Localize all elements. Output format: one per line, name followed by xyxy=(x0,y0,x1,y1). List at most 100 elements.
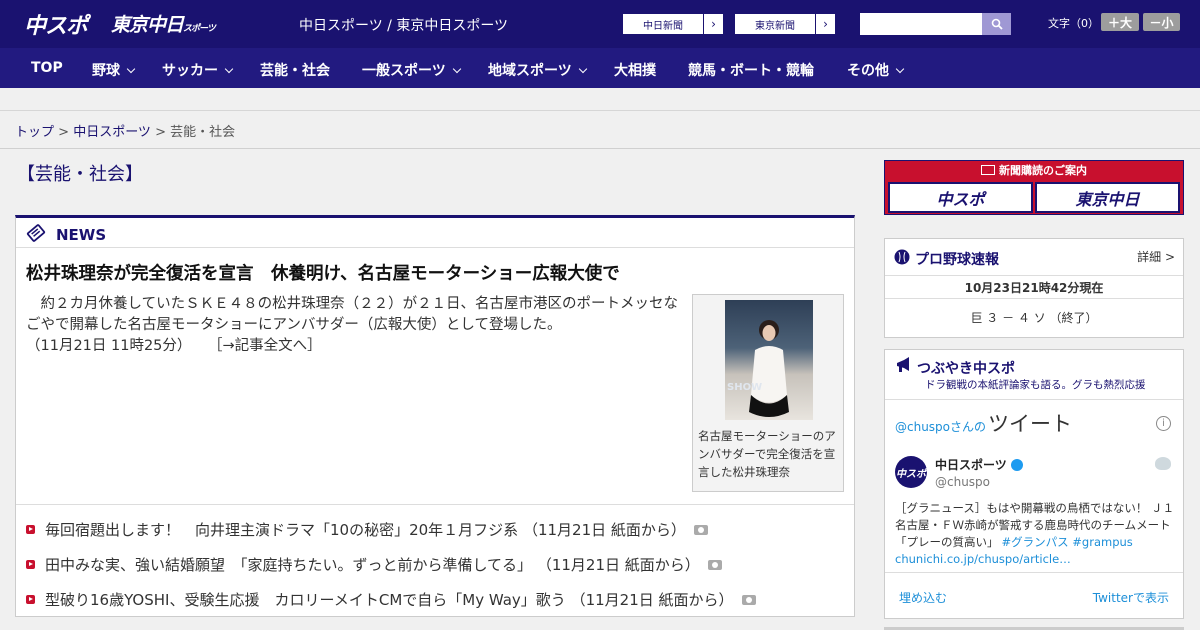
search-input[interactable] xyxy=(860,13,982,35)
lead-date: （11月21日 11時25分） xyxy=(26,338,192,354)
subscribe-header-label: 新聞購読のご案内 xyxy=(999,164,1087,177)
baseball-scores-panel: プロ野球速報 詳細 > 10月23日21時42分現在 巨 ３ － ４ ソ （終了… xyxy=(884,238,1184,338)
breadcrumb-top-link[interactable]: トップ xyxy=(15,125,54,140)
font-size-label: 文字（0） xyxy=(1048,17,1099,30)
baseball-detail-link[interactable]: 詳細 > xyxy=(1137,248,1175,265)
news-item-text: 田中みな実、強い結婚願望 「家庭持ちたい。ずっと前から準備してる」 （11月21… xyxy=(45,556,700,574)
news-header-label: NEWS xyxy=(56,226,107,244)
chevron-down-icon xyxy=(224,64,234,74)
play-bullet-icon xyxy=(26,560,35,569)
nav-label: 野球 xyxy=(92,63,120,79)
breadcrumb-separator: > xyxy=(150,125,171,140)
chunichi-shimbun-label: 中日新聞 xyxy=(643,20,683,32)
photo-caption: 名古屋モーターショーのアンバサダーで完全復活を宣言した松井珠理奈 xyxy=(698,429,836,479)
tweet-text: ［グラニュース］もはや開幕戦の鳥栖ではない！ Ｊ１名古屋・ＦＷ赤崎が警戒する鹿島… xyxy=(895,500,1177,568)
search-button[interactable] xyxy=(982,13,1011,35)
twitter-title: つぶやき中スポ xyxy=(917,361,1015,377)
nav-item-racing[interactable]: 競馬・ボート・競輪 xyxy=(688,60,814,80)
info-icon[interactable]: i xyxy=(1156,416,1171,431)
nav-item-local-sports[interactable]: 地域スポーツ xyxy=(488,60,587,80)
tweet-author[interactable]: 中日スポーツ xyxy=(935,456,1023,473)
svg-text:SHOW: SHOW xyxy=(727,382,762,393)
play-bullet-icon xyxy=(26,525,35,534)
chevron-down-icon xyxy=(895,64,905,74)
header-title: 中日スポーツ / 東京中日スポーツ xyxy=(299,18,509,34)
view-on-twitter-link[interactable]: Twitterで表示 xyxy=(1093,589,1169,606)
news-list-item[interactable]: 田中みな実、強い結婚願望 「家庭持ちたい。ずっと前から準備してる」 （11月21… xyxy=(26,554,722,575)
tweet-hashtags[interactable]: #グランパス #grampus xyxy=(1002,535,1133,549)
subscribe-box: 新聞購読のご案内 中スポ 東京中日 xyxy=(884,160,1184,215)
read-more-link[interactable]: ［→記事全文へ］ xyxy=(208,338,322,354)
tokyo-shimbun-label: 東京新聞 xyxy=(755,20,795,32)
section-title: 【芸能・社会】 xyxy=(17,164,143,185)
nav-label: 競馬・ボート・競輪 xyxy=(688,63,814,79)
subscribe-header: 新聞購読のご案内 xyxy=(885,161,1183,181)
twitter-handle-prefix[interactable]: @chuspoさんの xyxy=(895,420,986,434)
news-list-item[interactable]: 型破り16歳YOSHI、受験生応援 カロリーメイトCMで自ら「My Way」歌う… xyxy=(26,589,756,610)
subscribe-tokyo-chunichi-button[interactable]: 東京中日 xyxy=(1035,182,1180,213)
nav-item-general-sports[interactable]: 一般スポーツ xyxy=(362,60,461,80)
main-nav: TOP 野球 サッカー 芸能・社会 一般スポーツ 地域スポーツ 大相撲 競馬・ボ… xyxy=(0,48,1200,88)
twitter-embed-header: @chuspoさんのツイート xyxy=(895,408,1072,438)
baseball-timestamp: 10月23日21時42分現在 xyxy=(885,275,1183,299)
chevron-right-icon: › xyxy=(703,14,723,34)
breadcrumb: トップ > 中日スポーツ > 芸能・社会 xyxy=(15,121,235,140)
font-decrease-button[interactable]: －小 xyxy=(1143,13,1180,31)
chevron-down-icon xyxy=(578,64,587,74)
breadcrumb-chunichi-link[interactable]: 中日スポーツ xyxy=(73,125,151,140)
nav-item-sumo[interactable]: 大相撲 xyxy=(614,60,656,80)
tokyo-chunichi-logo-text: 東京中日 xyxy=(111,14,184,36)
twitter-footer: 埋め込む Twitterで表示 xyxy=(885,572,1183,619)
breadcrumb-separator: > xyxy=(54,125,74,140)
font-increase-button[interactable]: ＋大 xyxy=(1101,13,1139,31)
verified-icon xyxy=(1010,459,1023,471)
nav-item-top[interactable]: TOP xyxy=(31,60,63,76)
chunichi-shimbun-button[interactable]: 中日新聞 › xyxy=(622,13,724,35)
headline-link[interactable]: 松井珠理奈が完全復活を宣言 休養明け、名古屋モーターショー広報大使で xyxy=(26,260,620,285)
twitter-panel: つぶやき中スポ ドラ観戦の本紙評論家も語る。グラも熱烈応援 @chuspoさんの… xyxy=(884,349,1184,619)
newspaper-icon xyxy=(26,224,46,242)
nav-label: 大相撲 xyxy=(614,63,656,79)
tweet-handle[interactable]: @chuspo xyxy=(935,475,990,489)
nav-label: サッカー xyxy=(162,63,218,79)
baseball-title: プロ野球速報 xyxy=(915,252,999,268)
twitter-tweets-label: ツイート xyxy=(988,412,1073,436)
camera-icon xyxy=(693,524,708,535)
nav-label: その他 xyxy=(847,63,889,79)
baseball-score[interactable]: 巨 ３ － ４ ソ （終了） xyxy=(885,309,1183,326)
news-item-text: 型破り16歳YOSHI、受験生応援 カロリーメイトCMで自ら「My Way」歌う… xyxy=(45,591,734,609)
twitter-subtitle: ドラ観戦の本紙評論家も語る。グラも熱烈応援 xyxy=(925,379,1146,391)
chuspo-logo[interactable]: 中スポ xyxy=(24,8,88,40)
embed-link[interactable]: 埋め込む xyxy=(899,589,947,606)
baseball-icon xyxy=(894,249,910,265)
chevron-down-icon xyxy=(452,64,461,74)
article-photo[interactable]: SHOW xyxy=(725,300,813,420)
breadcrumb-current: 芸能・社会 xyxy=(170,125,236,140)
site-header: 中スポ 東京中日スポーツ 中日スポーツ / 東京中日スポーツ 中日新聞 › 東京… xyxy=(0,0,1200,48)
nav-label: 一般スポーツ xyxy=(362,63,446,79)
play-bullet-icon xyxy=(26,595,35,604)
nav-item-baseball[interactable]: 野球 xyxy=(92,60,136,80)
tokyo-chunichi-logo-small: スポーツ xyxy=(183,24,216,34)
camera-icon xyxy=(741,594,756,605)
news-list: 毎回宿題出します！ 向井理主演ドラマ「10の秘密」20年１月フジ系 （11月21… xyxy=(16,504,854,609)
breadcrumb-bar: トップ > 中日スポーツ > 芸能・社会 xyxy=(0,111,1200,149)
nav-item-other[interactable]: その他 xyxy=(847,60,905,80)
chevron-down-icon xyxy=(126,64,136,74)
avatar[interactable]: 中スポ xyxy=(895,456,927,488)
twitter-embed: @chuspoさんのツイート i 中スポ 中日スポーツ @chuspo ［グラニ… xyxy=(885,399,1183,619)
twitter-bird-icon[interactable] xyxy=(1155,457,1171,470)
news-list-item[interactable]: 毎回宿題出します！ 向井理主演ドラマ「10の秘密」20年１月フジ系 （11月21… xyxy=(26,519,708,540)
tokyo-shimbun-button[interactable]: 東京新聞 › xyxy=(734,13,836,35)
nav-item-entertainment[interactable]: 芸能・社会 xyxy=(260,60,330,80)
newspaper-icon xyxy=(981,165,995,175)
nav-item-soccer[interactable]: サッカー xyxy=(162,60,234,80)
tweet-link[interactable]: chunichi.co.jp/chuspo/article… xyxy=(895,552,1071,566)
nav-label: 地域スポーツ xyxy=(488,63,572,79)
photo-box: SHOW 名古屋モーターショーのアンバサダーで完全復活を宣言した松井珠理奈 xyxy=(692,294,844,492)
tweet-author-name: 中日スポーツ xyxy=(935,458,1007,472)
lead-body: 約２カ月休養していたＳＫＥ４８の松井珠理奈（２２）が２１日、名古屋市港区のポート… xyxy=(26,296,679,333)
chevron-right-icon: › xyxy=(815,14,835,34)
subscribe-chuspo-button[interactable]: 中スポ xyxy=(888,182,1033,213)
tokyo-chunichi-logo[interactable]: 東京中日スポーツ xyxy=(111,10,216,37)
